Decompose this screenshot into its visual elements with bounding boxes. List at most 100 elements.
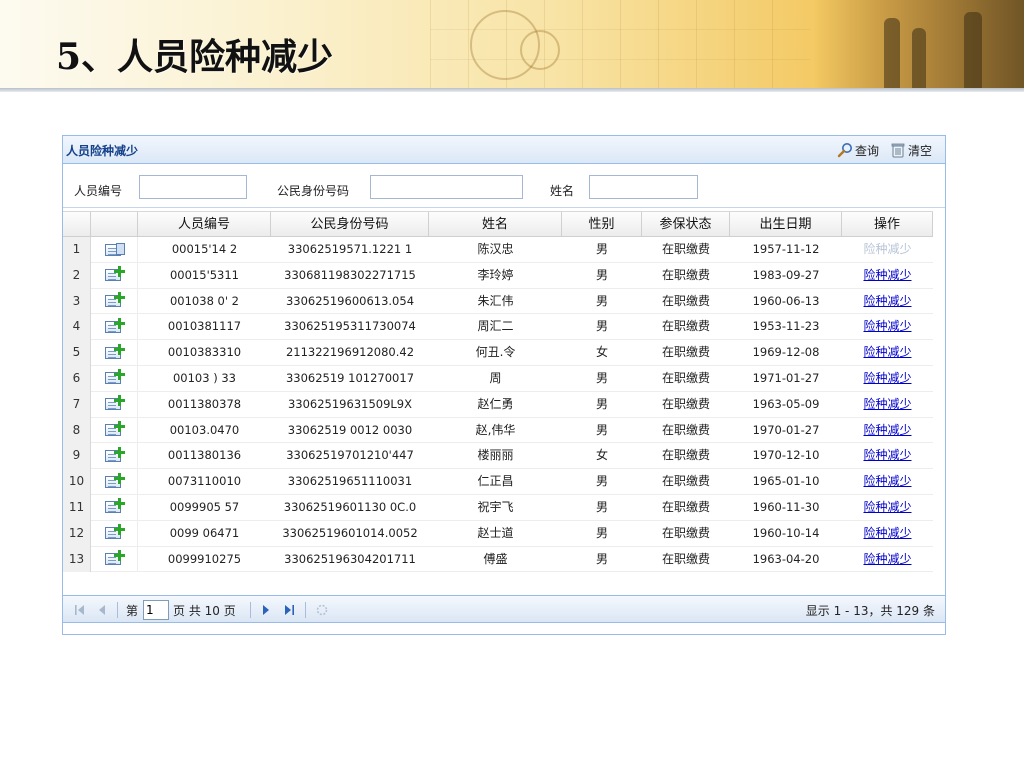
cell-id-no: 330681198302271715 [284,267,416,282]
reduce-insurance-link[interactable]: 险种减少 [863,526,911,540]
first-page-icon[interactable] [73,603,87,617]
cell-action: 险种减少 [842,392,933,418]
header-name[interactable]: 姓名 [429,212,562,237]
row-icon-cell[interactable] [91,469,138,495]
prev-page-icon[interactable] [95,603,109,617]
table-row[interactable]: 1 00015'14 2 33062519571.1221 1 陈汉忠 男 在职… [63,237,933,263]
cell-name: 赵士道 [477,525,514,540]
row-icon-cell[interactable] [91,391,138,418]
table-row[interactable]: 12 0099 06471 33062519601014.0052 赵士道 男 … [63,520,933,547]
display-info: 显示 1 - 13，共 129 条 [805,604,935,618]
cell-status: 在职缴费 [661,370,710,385]
document-add-icon[interactable] [103,446,125,463]
cell-status: 在职缴费 [661,242,710,256]
reduce-insurance-link[interactable]: 险种减少 [863,319,911,333]
header-birth[interactable]: 出生日期 [730,212,842,237]
grid-header: 人员编号 公民身份号码 姓名 性别 参保状态 出生日期 操作 [63,211,933,237]
document-minus-icon[interactable] [103,241,125,257]
cell-birth: 1971-01-27 [752,370,820,385]
clear-button[interactable]: 清空 [890,141,932,159]
person-no-input[interactable] [139,175,247,199]
table-row[interactable]: 4 0010381117 330625195311730074 周汇二 男 在职… [63,314,933,341]
row-icon-cell[interactable] [91,417,138,444]
cell-person-no: 0010383310 [167,345,242,360]
cell-person-no: 0099910275 [167,551,242,566]
document-add-icon[interactable] [103,421,125,437]
table-row[interactable]: 13 0099910275 330625196304201711 傅盛 男 在职… [63,546,933,573]
refresh-icon[interactable] [315,603,329,617]
table-row[interactable]: 5 0010383310 211322196912080.42 何丑.令 女 在… [63,340,933,366]
cell-sex: 男 [595,267,608,282]
document-add-icon[interactable] [103,266,125,282]
document-add-icon[interactable] [103,292,125,308]
reduce-insurance-link[interactable]: 险种减少 [863,474,911,488]
document-add-icon[interactable] [103,550,125,566]
row-icon-cell[interactable] [91,546,138,573]
cell-name: 赵仁勇 [477,396,514,411]
table-row[interactable]: 6 00103 ) 33 33062519 101270017 周 男 在职缴费… [63,365,933,392]
cell-name: 李玲婷 [477,267,514,282]
document-add-icon[interactable] [103,369,125,385]
reduce-insurance-link[interactable]: 险种减少 [863,500,911,514]
reduce-insurance-link[interactable]: 险种减少 [863,268,911,282]
row-icon-cell[interactable] [91,365,138,392]
document-add-icon[interactable] [103,524,125,540]
cell-status: 在职缴费 [661,293,710,308]
table-row[interactable]: 8 00103.0470 33062519 0012 0030 赵,伟华 男 在… [63,417,933,444]
document-add-icon[interactable] [103,395,125,411]
row-icon-cell[interactable] [91,520,138,547]
table-row[interactable]: 10 0073110010 33062519651110031 仁正昌 男 在职… [63,469,933,495]
table-row[interactable]: 3 001038 0' 2 33062519600613.054 朱汇伟 男 在… [63,288,933,315]
row-number: 9 [63,443,91,470]
reduce-insurance-link[interactable]: 险种减少 [863,397,911,411]
page-number-input[interactable] [143,600,169,620]
row-icon-cell[interactable] [91,494,138,521]
reduce-insurance-link[interactable]: 险种减少 [863,371,911,385]
cell-sex: 男 [595,551,608,566]
cell-person-no: 00015'5311 [169,267,239,282]
panel-title: 人员险种减少 [66,144,139,158]
row-icon-cell[interactable] [91,237,138,263]
reduce-insurance-link[interactable]: 险种减少 [863,294,911,308]
cell-birth: 1963-04-20 [752,551,820,566]
table-row[interactable]: 7 0011380378 33062519631509L9X 赵仁勇 男 在职缴… [63,391,933,418]
table-row[interactable]: 11 0099905 57 33062519601130 0C.0 祝宇飞 男 … [63,494,933,521]
banner-rule [0,88,1024,92]
cell-person-no: 0011380378 [167,396,242,411]
header-id-no[interactable]: 公民身份号码 [271,212,429,237]
table-row[interactable]: 9 0011380136 33062519701210'447 楼丽丽 女 在职… [63,443,933,470]
document-add-icon[interactable] [103,472,125,489]
reduce-insurance-link[interactable]: 险种减少 [863,448,911,462]
cell-person-no: 001038 0' 2 [169,293,239,308]
header-status[interactable]: 参保状态 [642,212,730,237]
row-icon-cell[interactable] [91,262,138,289]
name-input[interactable] [589,175,698,199]
document-add-icon[interactable] [103,317,125,334]
cell-name: 朱汇伟 [477,293,514,308]
row-icon-cell[interactable] [91,288,138,315]
header-sex[interactable]: 性别 [562,212,642,237]
row-icon-cell[interactable] [91,443,138,470]
id-no-input[interactable] [370,175,523,199]
cell-action: 险种减少 [842,314,933,340]
row-icon-cell[interactable] [91,340,138,366]
header-person-no[interactable]: 人员编号 [138,212,271,237]
reduce-insurance-link[interactable]: 险种减少 [863,345,911,359]
last-page-icon[interactable] [282,603,296,617]
cell-name: 祝宇飞 [477,499,514,514]
document-add-icon[interactable] [103,343,125,360]
panel-header: 人员险种减少 查询 清空 [63,136,945,164]
toolbar-separator [117,602,118,618]
next-page-icon[interactable] [259,603,273,617]
cell-birth: 1960-11-30 [752,499,820,514]
row-icon-cell[interactable] [91,314,138,341]
header-action[interactable]: 操作 [842,212,933,237]
cell-status: 在职缴费 [661,525,710,540]
reduce-insurance-link[interactable]: 险种减少 [863,552,911,566]
document-add-icon[interactable] [103,498,125,514]
id-no-label: 公民身份号码 [277,184,350,198]
reduce-insurance-link[interactable]: 险种减少 [863,423,911,437]
query-button[interactable]: 查询 [837,141,879,159]
cell-person-no: 0011380136 [167,448,242,463]
table-row[interactable]: 2 00015'5311 330681198302271715 李玲婷 男 在职… [63,262,933,289]
